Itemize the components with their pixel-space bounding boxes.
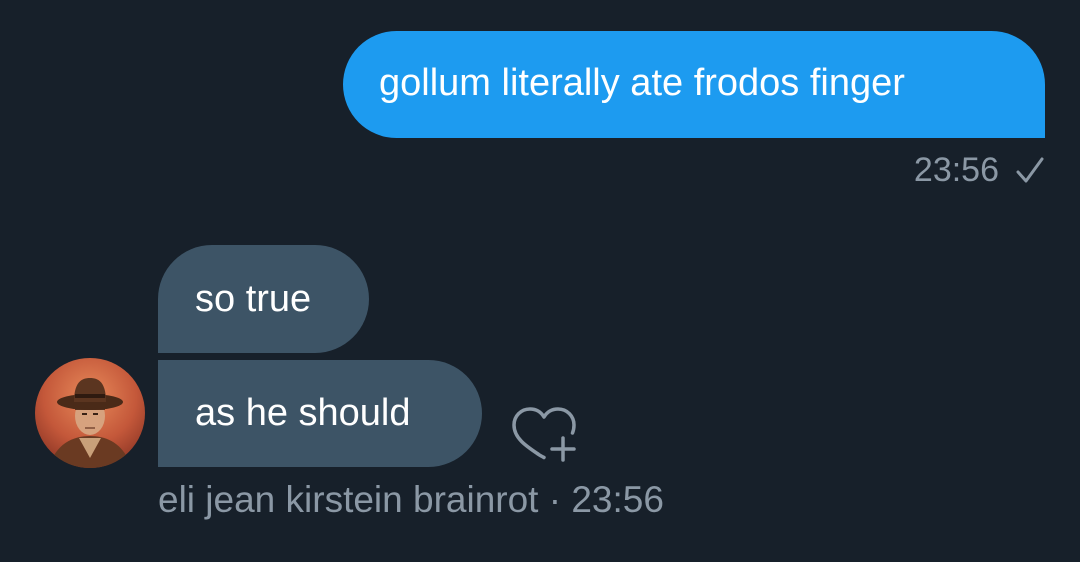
checkmark-icon	[1016, 157, 1044, 183]
received-message-bubble[interactable]: as he should	[158, 360, 482, 467]
received-message-bubble[interactable]: so true	[158, 245, 369, 353]
sent-message-time: 23:56	[913, 150, 999, 189]
sent-message-text: gollum literally ate frodos finger	[379, 62, 905, 104]
received-message-text: as he should	[195, 392, 411, 434]
meta-separator: ·	[548, 479, 562, 520]
received-message-time: 23:56	[571, 479, 664, 520]
avatar-image	[35, 358, 145, 468]
sender-name[interactable]: eli jean kirstein brainrot	[158, 479, 538, 520]
sent-message-meta: 23:56	[860, 148, 1045, 192]
received-message-text: so true	[195, 278, 312, 320]
sent-message-bubble[interactable]: gollum literally ate frodos finger	[343, 31, 1045, 138]
heart-plus-icon[interactable]	[508, 398, 582, 468]
avatar[interactable]	[35, 358, 145, 468]
received-message-meta: eli jean kirstein brainrot · 23:56	[158, 478, 664, 522]
